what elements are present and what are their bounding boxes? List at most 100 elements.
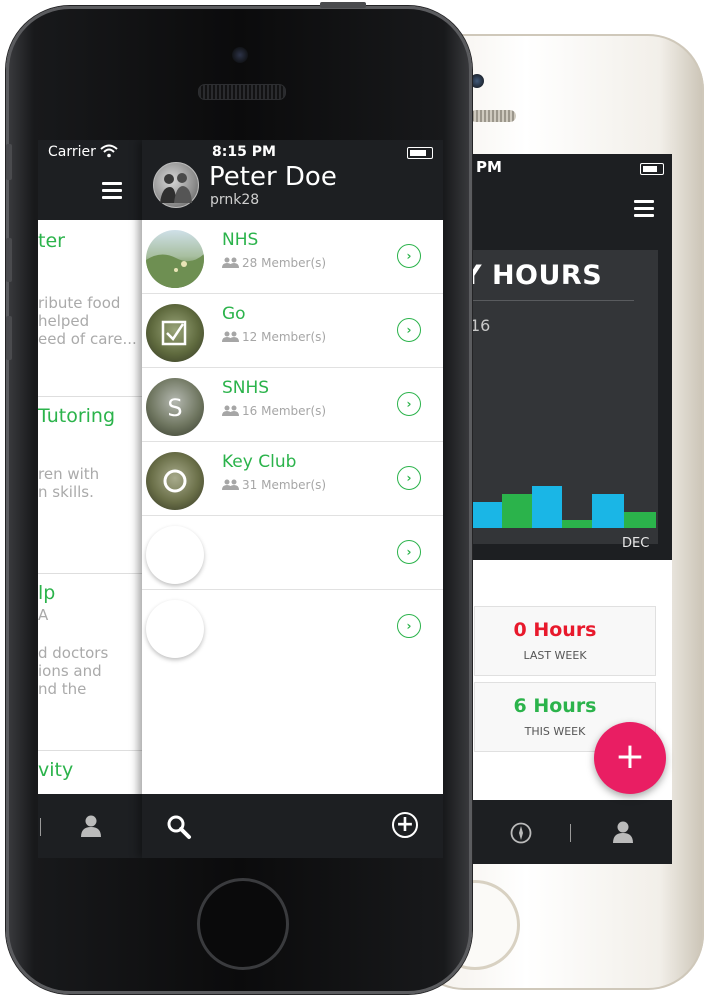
group-members: 12 Member(s) bbox=[222, 330, 326, 344]
group-row-key-club[interactable]: Key Club 31 Member(s) › bbox=[142, 442, 443, 516]
stat-label: LAST WEEK bbox=[523, 649, 587, 662]
chart-title: Y HOURS bbox=[462, 260, 603, 291]
group-row-empty[interactable]: › bbox=[142, 590, 443, 663]
group-avatar bbox=[146, 230, 204, 288]
group-row-go[interactable]: Go 12 Member(s) › bbox=[142, 294, 443, 368]
group-avatar-placeholder bbox=[146, 600, 204, 658]
drawer-card-desc: helped bbox=[38, 312, 90, 330]
group-name: SNHS bbox=[222, 378, 270, 398]
drawer-header: Carrier bbox=[38, 140, 142, 220]
people-icon bbox=[222, 331, 239, 342]
battery-icon bbox=[407, 147, 433, 159]
chart-bar bbox=[624, 512, 656, 528]
people-icon bbox=[222, 405, 239, 416]
chart-bar bbox=[592, 494, 624, 528]
chevron-right-icon[interactable]: › bbox=[397, 244, 421, 268]
status-time: 8:15 PM bbox=[212, 144, 276, 160]
group-members-count: 28 Member(s) bbox=[242, 256, 327, 270]
group-members: 31 Member(s) bbox=[222, 478, 326, 492]
add-hours-fab[interactable]: + bbox=[594, 722, 666, 794]
drawer-card-title: vity bbox=[38, 759, 74, 781]
stat-value: 6 Hours bbox=[513, 695, 597, 717]
tab-divider bbox=[40, 818, 41, 836]
stat-value: 0 Hours bbox=[513, 619, 597, 641]
group-members-count: 12 Member(s) bbox=[242, 330, 327, 344]
group-name: Go bbox=[222, 304, 246, 324]
add-circle-icon[interactable]: + bbox=[392, 812, 418, 838]
drawer-card-title: lp bbox=[38, 582, 56, 604]
front-speaker bbox=[198, 84, 286, 100]
chevron-right-icon[interactable]: › bbox=[397, 540, 421, 564]
group-members-count: 31 Member(s) bbox=[242, 478, 327, 492]
menu-icon[interactable] bbox=[102, 182, 122, 200]
wifi-icon bbox=[100, 143, 118, 162]
search-icon[interactable] bbox=[166, 814, 192, 844]
group-row-snhs[interactable]: S SNHS 16 Member(s) › bbox=[142, 368, 443, 442]
chart-month-label: DEC bbox=[622, 536, 650, 551]
drawer-card-desc: nd the bbox=[38, 680, 87, 698]
drawer-card[interactable]: vity bbox=[38, 751, 142, 794]
group-members-count: 16 Member(s) bbox=[242, 404, 327, 418]
drawer-card-desc: A bbox=[38, 606, 49, 624]
drawer-card-desc: d doctors bbox=[38, 644, 109, 662]
svg-text:S: S bbox=[167, 394, 182, 422]
mute-switch bbox=[6, 144, 12, 180]
chart-subtitle: 16 bbox=[470, 316, 491, 335]
drawer-tab-bar bbox=[38, 794, 142, 858]
drawer-card-desc: eed of care... bbox=[38, 330, 137, 348]
home-button[interactable] bbox=[197, 878, 289, 970]
group-avatar bbox=[146, 304, 204, 362]
chart-bar bbox=[532, 486, 562, 528]
power-button bbox=[320, 2, 366, 8]
chevron-right-icon[interactable]: › bbox=[397, 466, 421, 490]
chevron-right-icon[interactable]: › bbox=[397, 318, 421, 342]
person-icon[interactable] bbox=[80, 814, 102, 838]
back-battery-icon bbox=[640, 163, 664, 175]
chevron-right-icon[interactable]: › bbox=[397, 392, 421, 416]
drawer-card[interactable]: Tutoring ren with n skills. bbox=[38, 397, 142, 574]
chevron-right-icon[interactable]: › bbox=[397, 614, 421, 638]
side-drawer: Carrier ter ribute food helped eed of ca… bbox=[38, 140, 142, 858]
front-camera bbox=[232, 47, 248, 63]
person-icon[interactable] bbox=[612, 820, 634, 844]
compass-icon[interactable] bbox=[510, 822, 532, 844]
drawer-card-desc: ions and bbox=[38, 662, 102, 680]
group-avatar-placeholder bbox=[146, 526, 204, 584]
profile-avatar[interactable] bbox=[153, 162, 199, 208]
back-menu-icon[interactable] bbox=[634, 200, 654, 218]
tab-divider bbox=[570, 824, 571, 842]
group-row-nhs[interactable]: NHS 28 Member(s) › bbox=[142, 220, 443, 294]
groups-screen: 8:15 PM Peter Doe prnk28 NHS 28 Member(s… bbox=[142, 140, 443, 858]
drawer-card-title: ter bbox=[38, 230, 65, 252]
drawer-card-desc: n skills. bbox=[38, 483, 94, 501]
chart-bar bbox=[470, 502, 502, 528]
volume-up-button bbox=[6, 238, 12, 282]
volume-down-button bbox=[6, 316, 12, 360]
group-name: NHS bbox=[222, 230, 259, 250]
chart-bar bbox=[562, 520, 592, 528]
groups-tab-bar: + bbox=[142, 794, 443, 858]
front-screen: Carrier ter ribute food helped eed of ca… bbox=[38, 140, 443, 858]
group-members: 28 Member(s) bbox=[222, 256, 326, 270]
back-status-time: PM bbox=[476, 158, 502, 176]
carrier-label: Carrier bbox=[48, 144, 96, 160]
chart-divider bbox=[462, 300, 634, 301]
stat-card-last-week: 0 Hours LAST WEEK bbox=[474, 606, 656, 676]
group-members: 16 Member(s) bbox=[222, 404, 326, 418]
drawer-card[interactable]: lp A d doctors ions and nd the bbox=[38, 574, 142, 751]
hours-bar-chart bbox=[462, 454, 662, 534]
people-icon bbox=[222, 257, 239, 268]
group-avatar bbox=[146, 452, 204, 510]
drawer-card[interactable]: ter ribute food helped eed of care... bbox=[38, 220, 142, 397]
profile-username: prnk28 bbox=[210, 192, 260, 208]
group-row-empty[interactable]: › bbox=[142, 516, 443, 590]
back-phone-camera bbox=[470, 74, 484, 88]
drawer-card-desc: ren with bbox=[38, 465, 100, 483]
group-avatar: S bbox=[146, 378, 204, 436]
profile-header: 8:15 PM Peter Doe prnk28 bbox=[142, 140, 443, 220]
chart-bar bbox=[502, 494, 532, 528]
drawer-card-desc: ribute food bbox=[38, 294, 121, 312]
group-name: Key Club bbox=[222, 452, 297, 472]
people-icon bbox=[222, 479, 239, 490]
back-phone-speaker bbox=[470, 110, 516, 122]
